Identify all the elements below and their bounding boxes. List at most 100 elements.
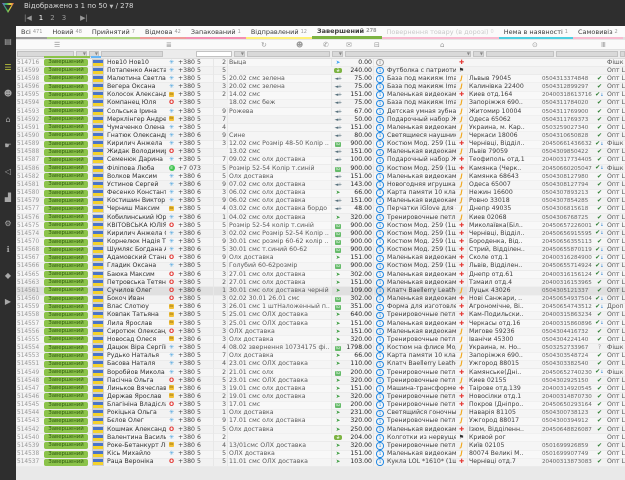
sidebar-megaphone-icon[interactable]: ◁ <box>0 158 16 184</box>
delivery-cell: ✚ <box>456 458 467 466</box>
filter-input[interactable]: ▼ <box>234 51 245 57</box>
quantity-cell: 1 <box>374 312 386 320</box>
source-cell: lic <box>166 311 177 319</box>
page-number-1[interactable]: 1 <box>39 14 43 22</box>
filter-input[interactable] <box>101 51 163 57</box>
tracking-number: 0504312899297 <box>541 83 593 91</box>
delivery-city: Украина, м. Кар.. <box>467 124 541 132</box>
ukraine-flag-icon <box>92 287 104 295</box>
quantity-cell: 1 <box>374 393 386 401</box>
source-cell: ✳ <box>166 344 177 352</box>
source-ring-icon: O <box>169 426 174 433</box>
first-page-icon[interactable]: |◀ <box>24 14 32 22</box>
filter-row: ▼▼▼▼▼▼ <box>16 50 625 59</box>
tab-all[interactable]: Всі471 <box>16 26 47 39</box>
status-badge: Завершений <box>44 345 88 352</box>
clients-icon[interactable]: ☻ <box>296 40 303 50</box>
page-number-2[interactable]: 2 <box>50 14 54 22</box>
ukrposhta-icon: J <box>460 214 462 221</box>
sidebar-company-icon[interactable]: ⌂ <box>0 106 16 132</box>
filter-input[interactable]: ▼ <box>332 51 343 57</box>
tab-outofstock[interactable]: Нема в наявності1 <box>499 26 573 39</box>
barcode-icon[interactable]: Ⅲ <box>601 40 606 50</box>
customer-name: Чумаченко Олена <box>106 124 166 132</box>
order-sum: 151.00 <box>344 148 374 156</box>
filter-input[interactable] <box>486 51 554 57</box>
tab-sent[interactable]: Відправлений12 <box>246 26 312 39</box>
order-comment: ОЛХ доставка <box>228 328 332 336</box>
sidebar-shield-icon[interactable]: ◆ <box>0 262 16 288</box>
cod-received-arrow-icon: ↓ <box>600 231 604 236</box>
refresh-icon[interactable]: ↻ <box>261 40 267 50</box>
filter-input[interactable] <box>556 51 618 57</box>
delivered-check-icon: ✔ <box>597 287 602 294</box>
sidebar-stats-chart-icon[interactable]: ▟ <box>0 184 16 210</box>
delivered-check-icon: ✔ <box>597 197 602 204</box>
filter-input[interactable]: ▼ <box>473 51 484 57</box>
novaposhta-icon: ✚ <box>459 295 464 302</box>
tab-packed[interactable]: Запакований1 <box>186 26 246 39</box>
filter-search-input[interactable] <box>196 51 232 57</box>
payment-cell: ₴ <box>332 434 344 442</box>
source-cell: O <box>166 254 177 262</box>
order-sum: 100.00 <box>344 156 374 164</box>
sidebar-orders-icon[interactable]: ▤ <box>0 28 16 54</box>
tracking-number: 20400316284900 <box>541 254 593 262</box>
location-pin-icon[interactable]: ⊙ <box>532 40 538 50</box>
order-id: 514545 <box>16 401 42 409</box>
product-name: Маленькая видеокамера SQ8 *.. <box>386 91 456 99</box>
sidebar-info-icon[interactable]: ℹ <box>0 236 16 262</box>
novaposhta-icon: ✚ <box>459 385 464 392</box>
tab-return[interactable]: Повернення товару (в дорозі)0 <box>382 26 499 39</box>
money-icon[interactable]: ⊟ <box>374 40 380 50</box>
ukraine-flag-icon <box>92 189 104 197</box>
delivery-city: Нові Санжари, .. <box>467 295 541 303</box>
product-bag-icon[interactable]: ⌂ <box>440 40 444 50</box>
quantity-cell: 1 <box>374 352 386 360</box>
page-number-3[interactable]: 3 <box>62 14 66 22</box>
tab-new[interactable]: Новий48 <box>47 26 87 39</box>
tab-accepted[interactable]: Прийнятий7 <box>87 26 140 39</box>
quantity-cell: 1 <box>374 287 386 295</box>
tracking-number: 0501699907749 <box>541 450 593 458</box>
orders-count: 2 <box>214 279 228 287</box>
order-row[interactable]: 514537ЗавершенийРаца ВеронікаO+380 5511.… <box>16 459 625 467</box>
status-cell: Завершений <box>42 84 90 91</box>
source-asterisk-icon: ✳ <box>169 197 174 204</box>
ukraine-flag-icon <box>92 116 104 124</box>
sidebar-clients-icon[interactable]: ☻ <box>0 80 16 106</box>
source-cell: O <box>166 287 177 295</box>
order-sum: 151.00 <box>344 173 374 181</box>
filter-input[interactable] <box>620 51 625 57</box>
tab-refused[interactable]: Відмова42 <box>140 26 186 39</box>
source-ring-icon: O <box>169 295 174 302</box>
delivery-cell: J <box>456 360 467 368</box>
sidebar-hand-pointer-icon[interactable]: ☛ <box>0 132 16 158</box>
chat-icon[interactable]: ✉ <box>346 40 352 50</box>
sidebar-leads-list-icon[interactable]: ☰ <box>0 54 16 80</box>
sidebar-video-play-icon[interactable]: ▶ <box>0 288 16 314</box>
source-asterisk-icon: ✳ <box>169 344 174 351</box>
tasks-list-icon[interactable]: ≣ <box>166 40 172 50</box>
product-name: Тренировочные петли TRX Train.. <box>386 311 456 319</box>
showing-range[interactable]: Відображено з 1 по 50 ▼ / 278 <box>24 2 134 10</box>
delivered-check-icon: ✔ <box>597 116 602 123</box>
filter-input[interactable]: ▼ <box>345 51 471 57</box>
delivery-status-cell: ✔ <box>593 417 606 425</box>
rows-list-icon[interactable]: ☰ <box>54 40 60 50</box>
delivery-cell: ✚ <box>456 140 467 148</box>
sidebar-settings-gear-icon[interactable]: ⚙ <box>0 210 16 236</box>
order-comment: 25.01 смс ОЛХ доставка <box>228 311 332 319</box>
tab-completed[interactable]: Завершений278 <box>312 26 382 39</box>
payment-card-icon: 52 <box>335 248 342 253</box>
payment-cell: ➤ <box>332 328 344 336</box>
last-page-icon[interactable]: ▶| <box>80 14 88 22</box>
app-logo[interactable] <box>1 1 15 15</box>
quantity-badge-icon: 1 <box>376 458 384 466</box>
customer-name: Кирилич Анжела Ол.. <box>106 230 166 238</box>
tab-pickup[interactable]: Самовивіз2 <box>573 26 623 39</box>
quantity-badge-icon: 1 <box>376 108 384 116</box>
phone-icon[interactable]: ✆ <box>323 40 329 50</box>
quantity-badge-icon: 1 <box>376 336 384 344</box>
filter-input[interactable] <box>247 51 330 57</box>
